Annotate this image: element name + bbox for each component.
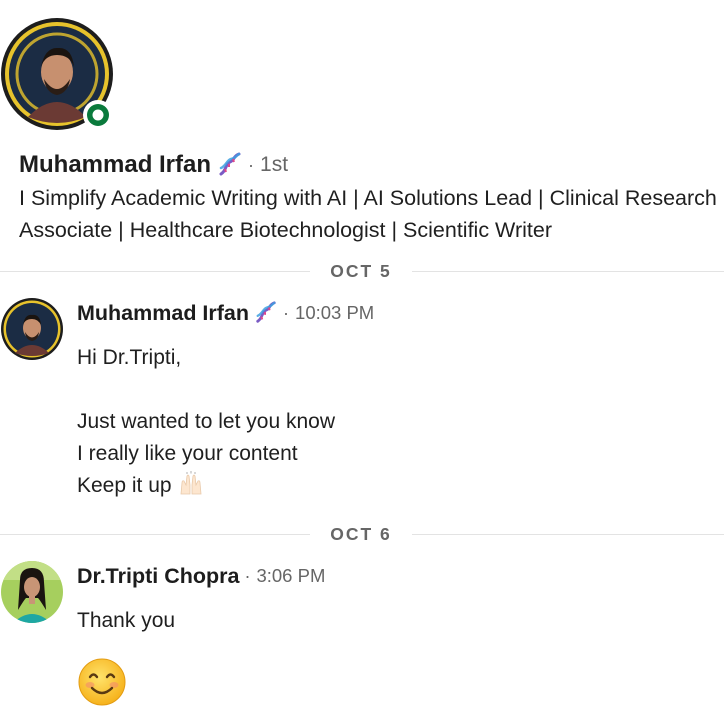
smiling-face-emoji-icon	[78, 658, 126, 706]
message-text: Keep it up	[77, 474, 172, 497]
sender-name[interactable]: Muhammad Irfan	[77, 301, 249, 326]
sender-avatar[interactable]	[0, 297, 64, 361]
message-header: Dr.Tripti Chopra · 3:06 PM	[77, 562, 325, 590]
separator-dot: ·	[283, 302, 290, 323]
sender-name[interactable]: Dr.Tripti Chopra	[77, 564, 239, 589]
date-divider: OCT 5	[0, 259, 724, 283]
message-text: Thank you	[77, 609, 176, 632]
sender-avatar[interactable]	[0, 560, 64, 624]
online-status-icon	[83, 100, 113, 130]
connection-degree: 1st	[260, 153, 289, 176]
raising-hands-emoji-icon	[180, 471, 202, 495]
message-text-row: Keep it up	[77, 470, 204, 502]
message-text: Just wanted to let you know	[77, 410, 335, 433]
date-divider: OCT 6	[0, 522, 724, 546]
profile-name-row: Muhammad Irfan · 1st	[19, 150, 288, 180]
message-text: Hi Dr.Tripti,	[77, 346, 182, 369]
message-time: 3:06 PM	[256, 565, 326, 586]
date-label: OCT 5	[330, 261, 392, 281]
message-time: 10:03 PM	[295, 302, 375, 323]
message-header: Muhammad Irfan · 10:03 PM	[77, 299, 374, 327]
separator-dot: ·	[248, 154, 255, 175]
dna-icon	[219, 152, 241, 176]
separator-dot: ·	[244, 565, 251, 586]
profile-avatar[interactable]	[0, 17, 116, 133]
profile-name[interactable]: Muhammad Irfan	[19, 151, 211, 179]
date-label: OCT 6	[330, 524, 392, 544]
dna-icon	[256, 301, 276, 323]
profile-headline: I Simplify Academic Writing with AI | AI…	[19, 186, 717, 242]
message-text: I really like your content	[77, 442, 298, 465]
